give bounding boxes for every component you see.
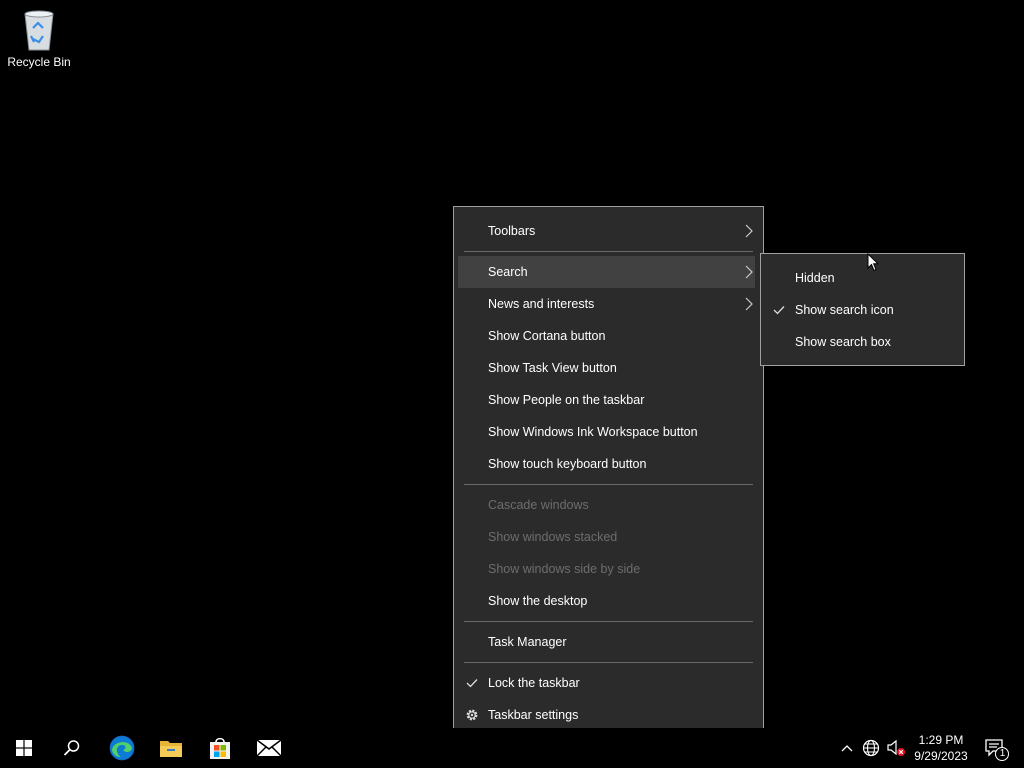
menu-item-show-cortana-button[interactable]: Show Cortana button [454, 320, 763, 352]
network-tray-button[interactable] [858, 728, 884, 768]
menu-item-show-task-view-button[interactable]: Show Task View button [454, 352, 763, 384]
taskbar-search-button[interactable] [48, 728, 96, 768]
store-icon [210, 737, 230, 759]
search-icon [63, 740, 80, 756]
chevron-right-icon [745, 297, 753, 311]
menu-separator [464, 621, 753, 622]
menu-item-show-the-desktop[interactable]: Show the desktop [454, 585, 763, 617]
mail-icon [256, 739, 282, 757]
menu-item-label: Search [488, 265, 528, 279]
clock-time: 1:29 PM [918, 733, 964, 747]
taskbar-context-menu: Toolbars Search News and interests Show … [453, 206, 764, 739]
menu-separator [464, 662, 753, 663]
file-explorer-taskbar-button[interactable] [147, 728, 195, 768]
menu-item-label: Show Task View button [488, 361, 617, 375]
menu-item-label: Task Manager [488, 635, 567, 649]
chevron-up-icon [841, 745, 853, 752]
gear-icon [464, 699, 480, 731]
chevron-right-icon [745, 224, 753, 238]
edge-taskbar-button[interactable] [98, 728, 146, 768]
action-center-button[interactable]: 1 [982, 734, 1010, 762]
menu-item-cascade-windows: Cascade windows [454, 489, 763, 521]
mouse-cursor-icon [867, 253, 879, 272]
menu-item-label: Show touch keyboard button [488, 457, 647, 471]
menu-item-label: News and interests [488, 297, 595, 311]
recycle-bin-shortcut[interactable]: Recycle Bin [4, 6, 74, 76]
menu-item-label: Show windows stacked [488, 530, 618, 544]
menu-item-taskbar-settings[interactable]: Taskbar settings [454, 699, 763, 731]
menu-item-label: Show Cortana button [488, 329, 606, 343]
menu-item-lock-the-taskbar[interactable]: Lock the taskbar [454, 667, 763, 699]
menu-item-label: Show Windows Ink Workspace button [488, 425, 698, 439]
mail-taskbar-button[interactable] [245, 728, 293, 768]
checkmark-icon [464, 667, 480, 699]
menu-item-news-and-interests[interactable]: News and interests [454, 288, 763, 320]
menu-item-label: Show the desktop [488, 594, 588, 608]
menu-item-task-manager[interactable]: Task Manager [454, 626, 763, 658]
checkmark-icon [771, 294, 787, 326]
chevron-right-icon [745, 265, 753, 279]
submenu-item-show-search-icon[interactable]: Show search icon [761, 294, 964, 326]
volume-muted-icon [887, 739, 905, 756]
start-button[interactable] [0, 728, 48, 768]
taskbar: 1:29 PM 9/29/2023 1 [0, 728, 1024, 768]
submenu-item-show-search-box[interactable]: Show search box [761, 326, 964, 358]
submenu-item-label: Hidden [795, 271, 835, 285]
edge-icon [109, 735, 135, 761]
submenu-item-hidden[interactable]: Hidden [761, 262, 964, 294]
store-taskbar-button[interactable] [196, 728, 244, 768]
globe-network-icon [862, 739, 880, 757]
recycle-bin-label: Recycle Bin [7, 55, 71, 69]
menu-item-label: Toolbars [488, 224, 536, 238]
menu-item-show-people[interactable]: Show People on the taskbar [454, 384, 763, 416]
menu-item-label: Show People on the taskbar [488, 393, 645, 407]
recycle-bin-icon [24, 10, 54, 51]
menu-item-label: Taskbar settings [488, 708, 579, 722]
menu-separator [464, 251, 753, 252]
search-submenu: Hidden Show search icon Show search box [760, 253, 965, 366]
volume-tray-button[interactable] [884, 728, 908, 768]
menu-item-show-windows-side-by-side: Show windows side by side [454, 553, 763, 585]
clock-date: 9/29/2023 [914, 749, 968, 763]
file-explorer-icon [160, 741, 182, 757]
menu-item-show-windows-stacked: Show windows stacked [454, 521, 763, 553]
show-hidden-icons-button[interactable] [836, 728, 858, 768]
menu-item-show-touch-keyboard-button[interactable]: Show touch keyboard button [454, 448, 763, 480]
submenu-item-label: Show search box [795, 335, 891, 349]
menu-item-label: Show windows side by side [488, 562, 641, 576]
menu-separator [464, 484, 753, 485]
menu-item-label: Cascade windows [488, 498, 589, 512]
menu-item-label: Lock the taskbar [488, 676, 580, 690]
menu-item-show-ink-workspace-button[interactable]: Show Windows Ink Workspace button [454, 416, 763, 448]
menu-item-toolbars[interactable]: Toolbars [454, 215, 763, 247]
notification-count-badge: 1 [999, 748, 1006, 759]
menu-item-search[interactable]: Search [458, 256, 755, 288]
taskbar-clock[interactable]: 1:29 PM 9/29/2023 [906, 732, 976, 764]
submenu-item-label: Show search icon [795, 303, 894, 317]
windows-logo-icon [16, 740, 32, 756]
